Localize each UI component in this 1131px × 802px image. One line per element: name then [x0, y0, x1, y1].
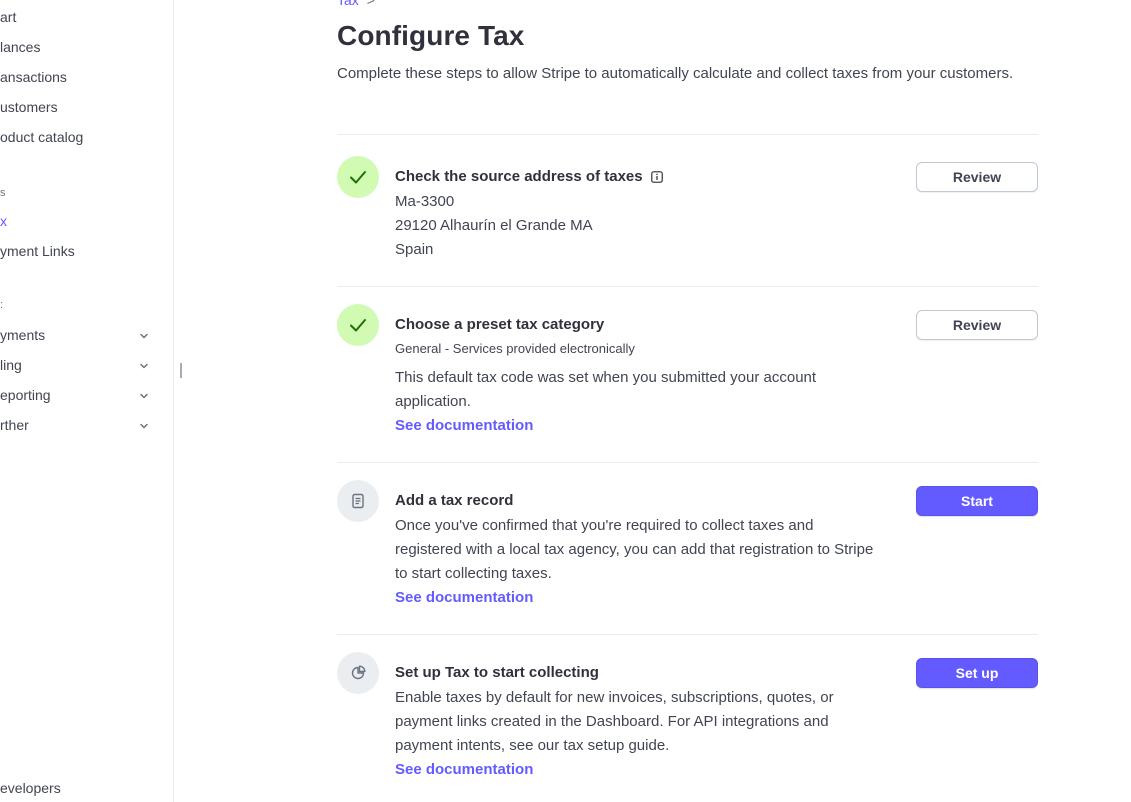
review-button[interactable]: Review: [916, 162, 1038, 192]
step-subtitle: General - Services provided electronical…: [395, 341, 635, 356]
checkmark-icon: [350, 171, 366, 184]
pie-chart-icon: [351, 665, 366, 680]
sidebar-resize-handle[interactable]: [180, 363, 182, 378]
sidebar-item-payment-links[interactable]: yment Links: [0, 243, 75, 259]
step-title: Add a tax record: [395, 492, 513, 509]
see-documentation-link[interactable]: See documentation: [395, 417, 533, 434]
see-documentation-link[interactable]: See documentation: [395, 589, 533, 606]
sidebar-item-payments[interactable]: yments: [0, 327, 45, 343]
step-description: Enable taxes by default for new invoices…: [395, 689, 834, 754]
see-documentation-link[interactable]: See documentation: [395, 761, 533, 778]
set-up-button[interactable]: Set up: [916, 658, 1038, 688]
sidebar-item-tax[interactable]: x: [0, 213, 7, 229]
step-pending-badge: [337, 652, 379, 694]
chevron-down-icon[interactable]: [138, 390, 150, 402]
divider: [337, 634, 1038, 635]
step-title: Check the source address of taxes: [395, 168, 663, 185]
step-complete-badge: [337, 304, 379, 346]
breadcrumb: Tax >: [337, 0, 375, 8]
step-description: This default tax code was set when you s…: [395, 369, 817, 410]
chevron-down-icon[interactable]: [138, 360, 150, 372]
checkmark-icon: [350, 319, 366, 332]
step-title-text: Check the source address of taxes: [395, 168, 643, 185]
step-title-text: Set up Tax to start collecting: [395, 664, 599, 681]
sidebar-item-customers[interactable]: ustomers: [0, 99, 58, 115]
page-description: Complete these steps to allow Stripe to …: [337, 65, 1014, 82]
divider: [337, 134, 1038, 135]
sidebar-item-more[interactable]: rther: [0, 417, 29, 433]
step-pending-badge: [337, 480, 379, 522]
step-title-text: Add a tax record: [395, 492, 514, 509]
sidebar-section-products: :: [0, 299, 4, 311]
sidebar-item-balances[interactable]: lances: [0, 39, 40, 55]
start-button[interactable]: Start: [916, 486, 1038, 516]
document-icon: [352, 493, 364, 509]
address-line-1: Ma-3300: [395, 193, 455, 210]
step-title: Choose a preset tax category: [395, 316, 604, 333]
sidebar-item-transactions[interactable]: ansactions: [0, 69, 67, 85]
sidebar: art lances ansactions ustomers oduct cat…: [0, 0, 174, 802]
sidebar-section-shortcuts: s: [0, 187, 6, 199]
page-title: Configure Tax: [337, 20, 525, 51]
chevron-down-icon[interactable]: [138, 330, 150, 342]
address-line-2: 29120 Alhaurín el Grande MA: [395, 217, 593, 234]
address-line-3: Spain: [395, 241, 434, 258]
step-title: Set up Tax to start collecting: [395, 664, 599, 681]
step-description: Once you've confirmed that you're requir…: [395, 517, 874, 582]
step-complete-badge: [337, 156, 379, 198]
info-icon[interactable]: [650, 170, 663, 183]
divider: [337, 462, 1038, 463]
sidebar-item-developers[interactable]: evelopers: [0, 780, 61, 796]
divider: [337, 286, 1038, 287]
chevron-down-icon[interactable]: [138, 420, 150, 432]
step-title-text: Choose a preset tax category: [395, 316, 605, 333]
sidebar-item-reporting[interactable]: eporting: [0, 387, 51, 403]
sidebar-item-billing[interactable]: ling: [0, 357, 22, 373]
breadcrumb-link-tax[interactable]: Tax: [337, 0, 359, 8]
sidebar-item-start[interactable]: art: [0, 9, 16, 25]
review-button[interactable]: Review: [916, 310, 1038, 340]
sidebar-item-product-catalog[interactable]: oduct catalog: [0, 129, 83, 145]
breadcrumb-separator: >: [366, 0, 375, 8]
